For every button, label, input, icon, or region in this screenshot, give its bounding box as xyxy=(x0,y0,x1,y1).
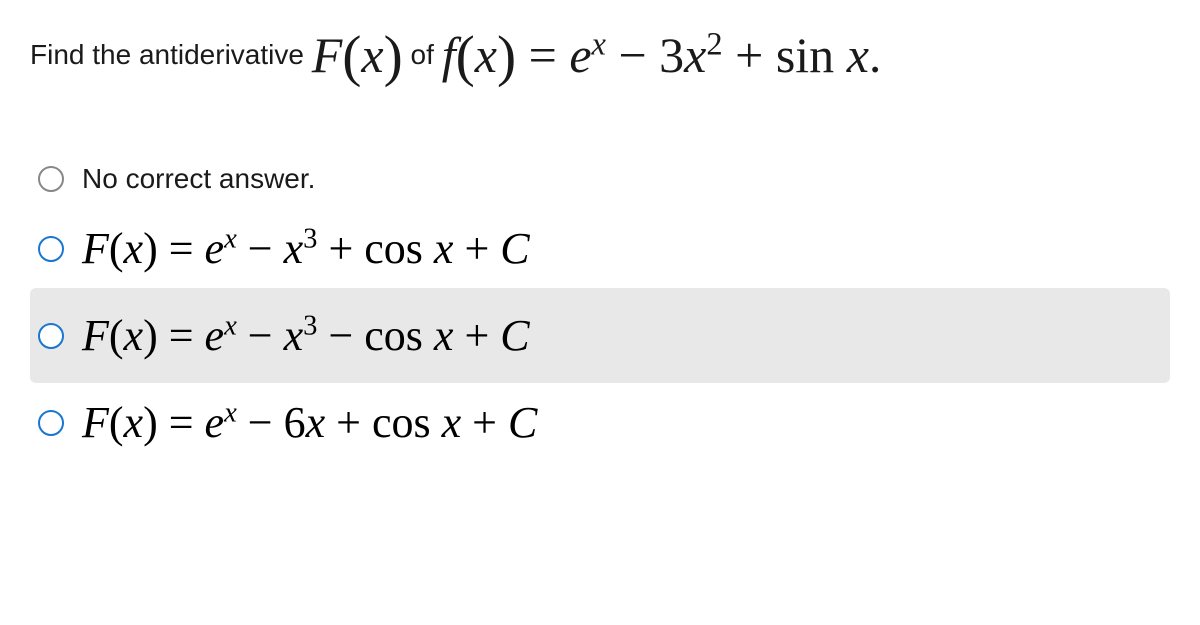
question-Fx: F(x) xyxy=(312,27,403,83)
options-group: No correct answer. F(x) = ex − x3 + cos … xyxy=(30,149,1170,462)
radio-icon xyxy=(38,236,64,262)
question-prompt: Find the antiderivative F(x) of f(x) = e… xyxy=(30,24,1170,89)
option-3-label: F(x) = ex − x3 − cos x + C xyxy=(82,310,530,361)
option-2-label: F(x) = ex − x3 + cos x + C xyxy=(82,223,530,274)
option-4[interactable]: F(x) = ex − 6x + cos x + C xyxy=(30,383,1170,462)
option-4-label: F(x) = ex − 6x + cos x + C xyxy=(82,397,537,448)
radio-icon xyxy=(38,410,64,436)
option-3[interactable]: F(x) = ex − x3 − cos x + C xyxy=(30,288,1170,383)
option-1[interactable]: No correct answer. xyxy=(30,149,1170,209)
option-2[interactable]: F(x) = ex − x3 + cos x + C xyxy=(30,209,1170,288)
question-fx-expr: f(x) = ex − 3x2 + sin x. xyxy=(442,27,882,83)
option-1-label: No correct answer. xyxy=(82,163,315,195)
radio-icon xyxy=(38,323,64,349)
question-prefix: Find the antiderivative xyxy=(30,39,312,70)
question-middle: of xyxy=(403,39,442,70)
radio-icon xyxy=(38,166,64,192)
